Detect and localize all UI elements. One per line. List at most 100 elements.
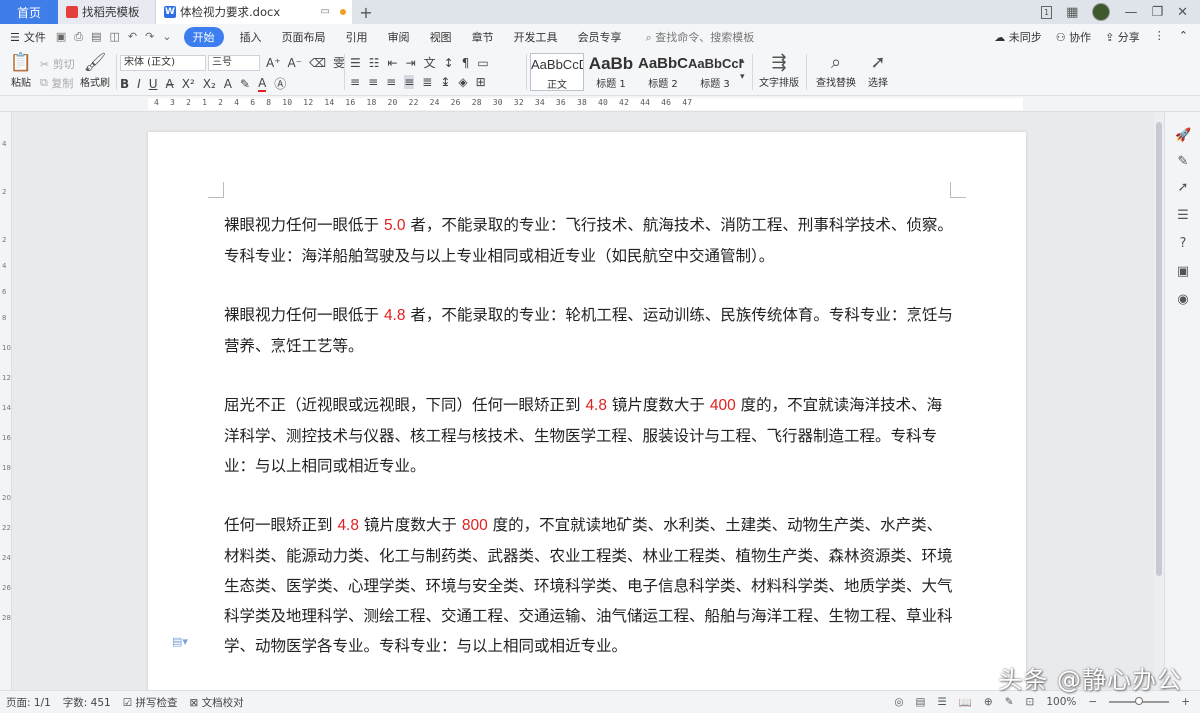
numbered-list-icon[interactable]: ☷ <box>369 56 380 70</box>
decrease-indent-icon[interactable]: ⇤ <box>388 56 398 70</box>
bold-icon[interactable]: B <box>120 77 129 91</box>
zoom-slider[interactable] <box>1109 697 1170 705</box>
vertical-ruler[interactable]: 4 2 2 4 6 8 10 12 14 16 18 20 22 24 26 2… <box>0 112 12 690</box>
paragraph-1[interactable]: 裸眼视力任何一眼低于 5.0 者，不能录取的专业：飞行技术、航海技术、消防工程、… <box>224 210 954 271</box>
tab-member[interactable]: 会员专享 <box>578 29 622 45</box>
save-icon[interactable]: ▣ <box>56 30 66 44</box>
command-search[interactable]: ⌕ 查找命令、搜索模板 <box>646 29 755 45</box>
zoom-slider-knob[interactable] <box>1135 697 1144 705</box>
line-spacing-ruler-icon[interactable]: ▭ <box>477 56 488 70</box>
style-heading-1[interactable]: AaBb 标题 1 <box>584 53 638 91</box>
chinese-layout-icon[interactable]: 文 <box>424 54 436 71</box>
tab-template[interactable]: 找稻壳模板 <box>58 0 156 24</box>
chevron-up-icon[interactable]: ▴ <box>740 56 745 66</box>
page-view-icon[interactable]: ▤ <box>915 696 925 708</box>
tab-chapter[interactable]: 章节 <box>472 29 494 45</box>
outline-view-icon[interactable]: ☰ <box>937 696 946 708</box>
font-size-select[interactable]: 三号 <box>208 55 260 71</box>
tab-document[interactable]: W 体检视力要求.docx ▭ <box>156 0 352 24</box>
tab-references[interactable]: 引用 <box>346 29 368 45</box>
clear-format-icon[interactable]: ⌫ <box>309 56 326 70</box>
share-button[interactable]: ⇪ 分享 <box>1105 29 1140 45</box>
styles-scroll[interactable]: ▴ ▾ <box>740 56 745 82</box>
sliders-icon[interactable]: ☰ <box>1175 208 1191 224</box>
collapse-ribbon-icon[interactable]: ⌃ <box>1179 29 1188 45</box>
underline-icon[interactable]: U <box>149 77 158 91</box>
float-window-icon[interactable]: ▭ <box>321 6 330 17</box>
tab-home[interactable]: 首页 <box>0 0 58 24</box>
show-marks-icon[interactable]: ¶ <box>462 56 470 70</box>
find-replace-button[interactable]: ⌕ 查找替换 <box>812 52 860 89</box>
borders-icon[interactable]: ⊞ <box>476 75 486 89</box>
align-center-icon[interactable]: ≡ <box>368 75 378 89</box>
zoom-level[interactable]: 100% <box>1046 696 1076 708</box>
restore-icon[interactable]: ❐ <box>1151 5 1163 20</box>
char-border-icon[interactable]: Ⓐ <box>274 75 286 92</box>
paragraph-4[interactable]: 任何一眼矫正到 4.8 镜片度数大于 800 度的，不宜就读地矿类、水利类、土建… <box>224 510 954 661</box>
minimize-icon[interactable]: — <box>1124 5 1137 20</box>
paste-button[interactable]: 📋 粘贴 <box>6 52 36 89</box>
gallery-icon[interactable]: ▣ <box>1175 264 1191 280</box>
subscript-icon[interactable]: X₂ <box>203 77 216 91</box>
vertical-scrollbar[interactable] <box>1154 112 1164 690</box>
font-effect-icon[interactable]: A <box>224 77 232 91</box>
eye-protection-icon[interactable]: ◎ <box>894 696 903 708</box>
shrink-font-icon[interactable]: A⁻ <box>288 56 303 70</box>
italic-icon[interactable]: I <box>137 77 141 91</box>
file-menu[interactable]: ☰ 文件 <box>0 29 46 45</box>
doc-proof-button[interactable]: ⊠ 文档校对 <box>189 695 243 710</box>
distribute-icon[interactable]: ≣ <box>422 75 432 89</box>
window-count-badge[interactable]: 1 <box>1041 5 1053 19</box>
highlight-icon[interactable]: ✎ <box>240 77 250 91</box>
bullet-list-icon[interactable]: ☰ <box>350 56 361 70</box>
write-view-icon[interactable]: ✎ <box>1005 696 1014 708</box>
align-left-icon[interactable]: ≡ <box>350 75 360 89</box>
font-name-select[interactable]: 宋体 (正文) <box>120 55 206 71</box>
zoom-out-icon[interactable]: − <box>1088 696 1097 708</box>
cut-button[interactable]: ✂ 剪切 <box>40 56 75 72</box>
help-icon[interactable]: ? <box>1175 236 1191 252</box>
horizontal-ruler[interactable]: 4 3 2 1 2 4 6 8 10 12 14 16 18 20 22 24 … <box>0 96 1200 112</box>
tab-start[interactable]: 开始 <box>183 27 224 47</box>
web-view-icon[interactable]: ⊕ <box>984 696 993 708</box>
select-button[interactable]: ➚ 选择 <box>862 52 894 89</box>
more-menu-icon[interactable]: ⋮ <box>1154 29 1165 45</box>
fit-page-icon[interactable]: ⊡ <box>1026 696 1035 708</box>
tab-page-layout[interactable]: 页面布局 <box>282 29 326 45</box>
style-normal[interactable]: AaBbCcDd 正文 <box>530 53 584 91</box>
collab-button[interactable]: ⚇ 协作 <box>1056 29 1091 45</box>
paragraph-layout-icon[interactable]: ▤▾ <box>172 635 188 648</box>
new-tab-button[interactable]: + <box>352 0 380 24</box>
find-doc-icon[interactable]: ◫ <box>110 30 120 44</box>
chevron-down-icon[interactable]: ▾ <box>740 72 745 82</box>
align-right-icon[interactable]: ≡ <box>386 75 396 89</box>
text-layout-button[interactable]: ⇶ 文字排版 <box>756 52 802 89</box>
pen-icon[interactable]: ✎ <box>1175 154 1191 170</box>
document-canvas[interactable]: 裸眼视力任何一眼低于 5.0 者，不能录取的专业：飞行技术、航海技术、消防工程、… <box>12 112 1154 690</box>
sort-icon[interactable]: ↕ <box>444 56 454 70</box>
tab-developer[interactable]: 开发工具 <box>514 29 558 45</box>
document-page[interactable]: 裸眼视力任何一眼低于 5.0 者，不能录取的专业：飞行技术、航海技术、消防工程、… <box>148 132 1026 690</box>
tab-view[interactable]: 视图 <box>430 29 452 45</box>
undo-icon[interactable]: ↶ <box>128 30 137 44</box>
increase-indent-icon[interactable]: ⇥ <box>406 56 416 70</box>
print-preview-icon[interactable]: ⎙ <box>74 30 83 44</box>
print-icon[interactable]: ▤ <box>91 30 101 44</box>
tab-review[interactable]: 审阅 <box>388 29 410 45</box>
font-color-icon[interactable]: A <box>258 76 267 92</box>
sync-status[interactable]: ☁ 未同步 <box>994 29 1042 45</box>
style-heading-2[interactable]: AaBbC 标题 2 <box>636 53 690 91</box>
spell-check-button[interactable]: ☑ 拼写检查 <box>123 695 178 710</box>
avatar[interactable] <box>1092 3 1111 21</box>
read-view-icon[interactable]: 📖 <box>959 696 972 709</box>
zoom-in-icon[interactable]: + <box>1181 696 1190 708</box>
pointer-icon[interactable]: ➚ <box>1175 180 1191 196</box>
superscript-icon[interactable]: X² <box>182 77 195 91</box>
grow-font-icon[interactable]: A⁺ <box>266 56 281 70</box>
copy-button[interactable]: ⧉ 复制 <box>40 75 73 91</box>
redo-icon[interactable]: ↷ <box>145 30 154 44</box>
paragraph-3[interactable]: 屈光不正（近视眼或远视眼，下同）任何一眼矫正到 4.8 镜片度数大于 400 度… <box>224 390 954 481</box>
grid-icon[interactable]: ▦ <box>1066 5 1078 20</box>
rocket-icon[interactable]: 🚀 <box>1175 128 1191 144</box>
scrollbar-thumb[interactable] <box>1156 122 1162 576</box>
